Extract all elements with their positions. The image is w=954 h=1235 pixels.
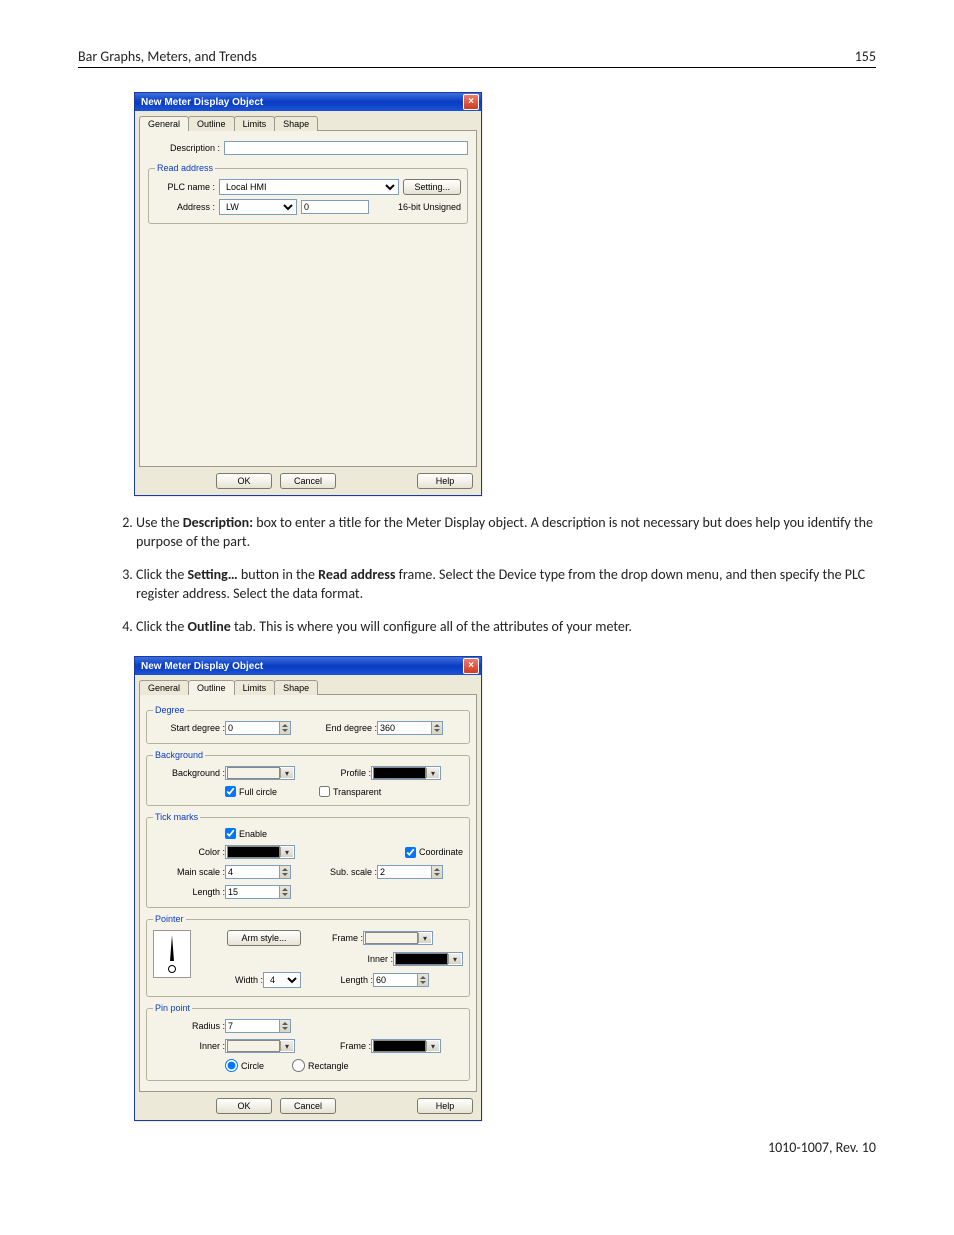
pointer-width-select[interactable]: 4 [263, 972, 301, 988]
dialog-titlebar[interactable]: New Meter Display Object × [135, 657, 481, 675]
dialog-title: New Meter Display Object [141, 661, 263, 672]
tab-limits[interactable]: Limits [234, 680, 276, 695]
end-degree-input[interactable] [377, 721, 443, 735]
ok-button[interactable]: OK [216, 1098, 272, 1114]
full-circle-checkbox[interactable]: Full circle [225, 786, 277, 797]
coordinate-checkbox[interactable]: Coordinate [405, 847, 463, 858]
doc-footer: 1010-1007, Rev. 10 [78, 1139, 876, 1156]
pointer-group: Pointer Arm style... Frame : ▾ [146, 914, 470, 997]
degree-legend: Degree [153, 705, 187, 715]
description-input[interactable] [224, 141, 468, 155]
background-label: Background : [153, 768, 225, 778]
arm-style-button[interactable]: Arm style... [227, 930, 301, 946]
background-legend: Background [153, 750, 205, 760]
profile-color-picker[interactable]: ▾ [371, 766, 441, 780]
main-scale-label: Main scale : [153, 867, 225, 877]
pointer-preview [153, 930, 191, 978]
step-3: Click the Setting… button in the Read ad… [136, 566, 876, 604]
tab-body: Degree Start degree : End degree : Backg… [139, 694, 477, 1092]
tabs: General Outline Limits Shape [135, 111, 481, 130]
tab-outline[interactable]: Outline [188, 680, 235, 695]
tick-group: Tick marks Enable Color : ▾ Coordinate M… [146, 812, 470, 908]
tick-color-picker[interactable]: ▾ [225, 845, 295, 859]
data-type-label: 16-bit Unsigned [398, 202, 461, 212]
pointer-inner-color-picker[interactable]: ▾ [393, 952, 463, 966]
tab-general[interactable]: General [139, 680, 189, 695]
pointer-frame-color-picker[interactable]: ▾ [363, 931, 433, 945]
dialog-titlebar[interactable]: New Meter Display Object × [135, 93, 481, 111]
tab-body: Description : Read address PLC name : Lo… [139, 130, 477, 467]
tick-length-label: Length : [153, 887, 225, 897]
dialog-title: New Meter Display Object [141, 97, 263, 108]
pin-radius-label: Radius : [153, 1021, 225, 1031]
address-number-input[interactable] [301, 200, 369, 214]
address-type-select[interactable]: LW [219, 199, 297, 215]
pointer-width-label: Width : [201, 975, 263, 985]
doc-header: Bar Graphs, Meters, and Trends 155 [78, 48, 876, 68]
tick-legend: Tick marks [153, 812, 200, 822]
tick-length-input[interactable] [225, 885, 291, 899]
tabs: General Outline Limits Shape [135, 675, 481, 694]
pointer-legend: Pointer [153, 914, 186, 924]
transparent-checkbox[interactable]: Transparent [319, 786, 381, 797]
read-address-legend: Read address [155, 163, 215, 173]
background-group: Background Background : ▾ Profile : ▾ Fu… [146, 750, 470, 806]
tick-enable-checkbox[interactable]: Enable [225, 828, 267, 839]
close-icon[interactable]: × [463, 658, 479, 674]
description-label: Description : [148, 143, 220, 153]
background-color-picker[interactable]: ▾ [225, 766, 295, 780]
dialog-buttons: OK Cancel Help [135, 467, 481, 495]
start-degree-label: Start degree : [153, 723, 225, 733]
tab-outline[interactable]: Outline [188, 116, 235, 131]
doc-page-number: 155 [855, 48, 876, 65]
instruction-list: Use the Description: box to enter a titl… [78, 514, 876, 636]
plcname-label: PLC name : [155, 182, 215, 192]
tab-shape[interactable]: Shape [274, 116, 318, 131]
pin-inner-color-picker[interactable]: ▾ [225, 1039, 295, 1053]
tab-general[interactable]: General [139, 116, 189, 131]
step-4: Click the Outline tab. This is where you… [136, 618, 876, 637]
degree-group: Degree Start degree : End degree : [146, 705, 470, 744]
pin-inner-label: Inner : [153, 1041, 225, 1051]
pinpoint-legend: Pin point [153, 1003, 192, 1013]
meter-dialog-general: New Meter Display Object × General Outli… [134, 92, 482, 496]
help-button[interactable]: Help [417, 473, 473, 489]
main-scale-input[interactable] [225, 865, 291, 879]
setting-button[interactable]: Setting... [403, 179, 461, 195]
end-degree-label: End degree : [317, 723, 377, 733]
tab-limits[interactable]: Limits [234, 116, 276, 131]
ok-button[interactable]: OK [216, 473, 272, 489]
pin-circle-radio[interactable]: Circle [225, 1059, 264, 1072]
tab-shape[interactable]: Shape [274, 680, 318, 695]
pinpoint-group: Pin point Radius : Inner : ▾ Frame : ▾ C… [146, 1003, 470, 1081]
read-address-group: Read address PLC name : Local HMI Settin… [148, 163, 468, 224]
pin-rectangle-radio[interactable]: Rectangle [292, 1059, 349, 1072]
dialog-buttons: OK Cancel Help [135, 1092, 481, 1120]
blank-area [148, 230, 468, 460]
sub-scale-input[interactable] [377, 865, 443, 879]
pointer-frame-label: Frame : [319, 933, 363, 943]
pointer-length-input[interactable] [373, 973, 429, 987]
help-button[interactable]: Help [417, 1098, 473, 1114]
plcname-select[interactable]: Local HMI [219, 179, 399, 195]
pointer-length-label: Length : [329, 975, 373, 985]
doc-title: Bar Graphs, Meters, and Trends [78, 48, 257, 65]
close-icon[interactable]: × [463, 94, 479, 110]
tick-color-label: Color : [153, 847, 225, 857]
start-degree-input[interactable] [225, 721, 291, 735]
step-2: Use the Description: box to enter a titl… [136, 514, 876, 552]
pin-radius-input[interactable] [225, 1019, 291, 1033]
pin-frame-label: Frame : [325, 1041, 371, 1051]
cancel-button[interactable]: Cancel [280, 473, 336, 489]
pin-frame-color-picker[interactable]: ▾ [371, 1039, 441, 1053]
profile-label: Profile : [325, 768, 371, 778]
sub-scale-label: Sub. scale : [317, 867, 377, 877]
meter-dialog-outline: New Meter Display Object × General Outli… [134, 656, 482, 1121]
cancel-button[interactable]: Cancel [280, 1098, 336, 1114]
pointer-inner-label: Inner : [349, 954, 393, 964]
address-label: Address : [155, 202, 215, 212]
